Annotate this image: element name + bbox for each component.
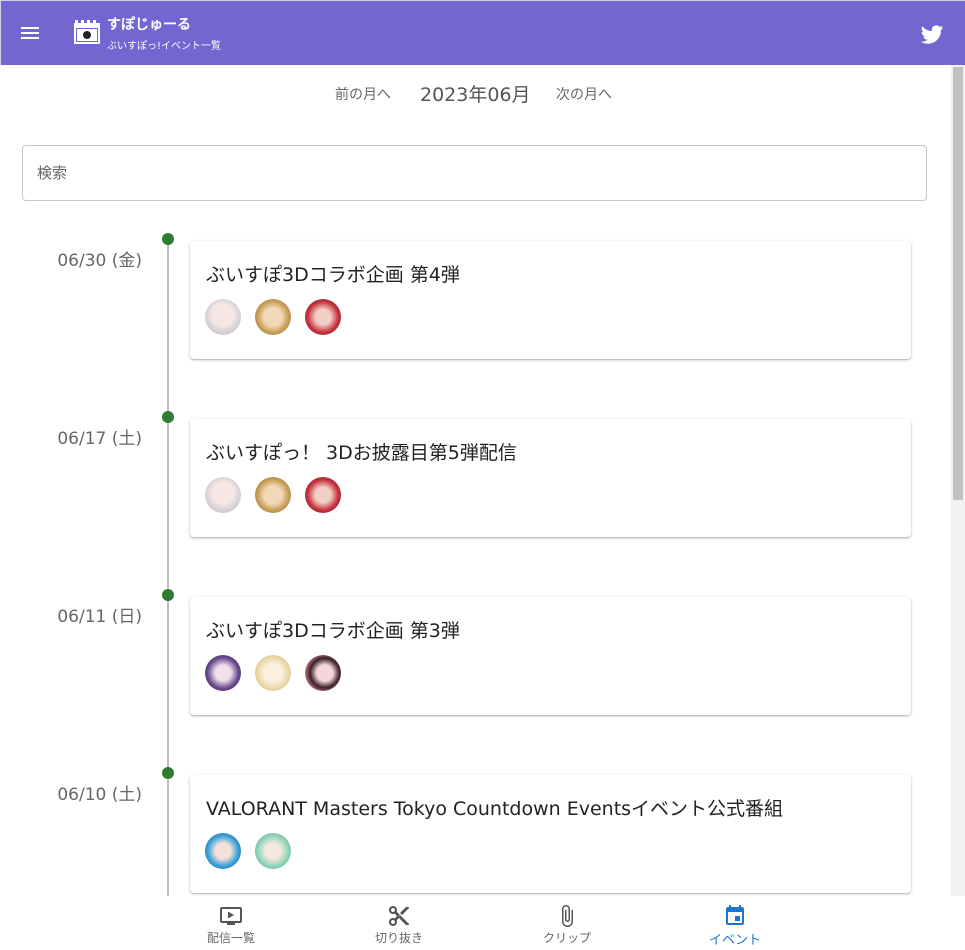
app-bar: すぽじゅーる ぶいすぽっ!イベント一覧 [0, 0, 965, 65]
scissors-icon [389, 906, 409, 926]
menu-icon-bar [21, 32, 39, 34]
avatar-blonde-hair[interactable] [255, 299, 292, 335]
avatar-red-hair[interactable] [305, 477, 342, 513]
next-month-button[interactable]: 次の月へ [556, 84, 612, 104]
current-month-label: 2023年06月 [420, 84, 531, 106]
app-subtitle: ぶいすぽっ!イベント一覧 [107, 41, 222, 52]
timeline-line [167, 240, 169, 896]
timeline-dot [162, 233, 174, 245]
nav-events[interactable]: イベント [675, 900, 795, 948]
event-avatars [205, 655, 350, 691]
event-card[interactable]: VALORANT Masters Tokyo Countdown Eventsイ… [190, 775, 911, 893]
scrollbar-thumb[interactable] [953, 67, 963, 500]
tv-play-icon [220, 907, 242, 925]
avatar-blonde-hair[interactable] [255, 477, 292, 513]
event-date: 06/11 (日) [57, 607, 142, 627]
menu-button[interactable] [15, 19, 47, 47]
event-date: 06/30 (金) [57, 251, 142, 271]
menu-icon-bar [21, 37, 39, 39]
nav-label: イベント [708, 933, 761, 948]
nav-clips[interactable]: クリップ [507, 900, 627, 948]
calendar-logo-icon [74, 20, 100, 44]
app-title: すぽじゅーる [107, 17, 191, 33]
timeline-dot [162, 767, 174, 779]
nav-label: 配信一覧 [206, 931, 255, 945]
timeline-dot [162, 411, 174, 423]
event-date: 06/10 (土) [57, 785, 142, 805]
event-title: ぶいすぽ3Dコラボ企画 第3弾 [206, 620, 460, 642]
twitter-icon[interactable] [919, 21, 945, 47]
avatar-black-pink-hair[interactable] [305, 655, 342, 691]
month-navigation: 前の月へ 2023年06月 次の月へ [0, 80, 951, 106]
nav-label: 切り抜き [374, 931, 423, 945]
nav-label: クリップ [542, 931, 591, 945]
paperclip-icon [562, 905, 573, 927]
menu-icon [21, 27, 39, 29]
bottom-navigation: 配信一覧 切り抜き クリップ イベント [0, 896, 965, 950]
event-title: VALORANT Masters Tokyo Countdown Eventsイ… [206, 798, 784, 820]
avatar-silver-hair[interactable] [205, 299, 241, 335]
avatar-red-hair[interactable] [305, 299, 342, 335]
nav-cutouts[interactable]: 切り抜き [339, 900, 459, 948]
avatar-cyan-hair[interactable] [205, 833, 241, 869]
avatar-silver-hair[interactable] [205, 477, 241, 513]
avatar-mint-hair[interactable] [255, 833, 292, 869]
event-card[interactable]: ぶいすぽ3Dコラボ企画 第4弾 [190, 241, 911, 359]
event-avatars [205, 833, 300, 869]
event-title: ぶいすぽっ！ 3Dお披露目第5弾配信 [206, 442, 517, 464]
nav-streams[interactable]: 配信一覧 [171, 900, 291, 948]
event-avatars [205, 477, 350, 513]
avatar-purple-hair[interactable] [205, 655, 241, 691]
event-avatars [205, 299, 350, 335]
event-card[interactable]: ぶいすぽ3Dコラボ企画 第3弾 [190, 597, 911, 715]
avatar-light-blonde-hair[interactable] [255, 655, 292, 691]
search-input[interactable] [22, 145, 927, 201]
prev-month-button[interactable]: 前の月へ [335, 84, 391, 104]
event-title: ぶいすぽ3Dコラボ企画 第4弾 [206, 264, 460, 286]
event-card[interactable]: ぶいすぽっ！ 3Dお披露目第5弾配信 [190, 419, 911, 537]
event-date: 06/17 (土) [57, 429, 142, 449]
timeline-dot [162, 589, 174, 601]
calendar-icon [726, 905, 744, 925]
